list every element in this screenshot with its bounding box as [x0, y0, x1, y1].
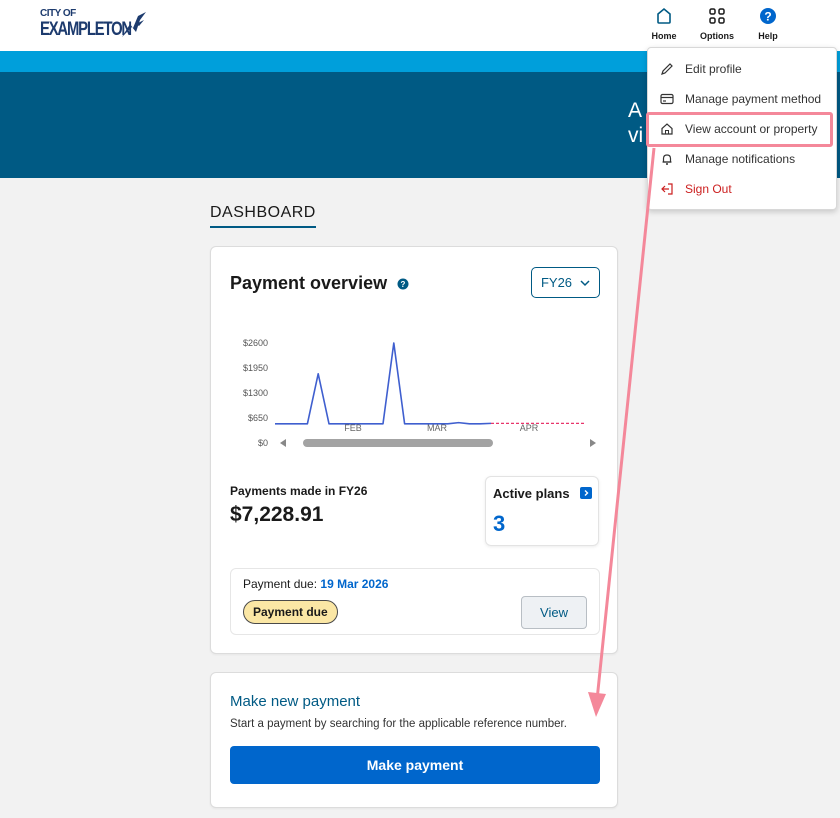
menu-item-edit-profile[interactable]: Edit profile: [648, 56, 836, 82]
nav-options[interactable]: Options: [695, 6, 739, 46]
bell-icon: [648, 152, 685, 166]
question-icon: ?: [746, 6, 790, 28]
menu-item-label: Edit profile: [685, 62, 742, 76]
logo-line-1: CITY OF: [40, 8, 76, 19]
menu-item-view-account[interactable]: View account or property: [648, 116, 836, 142]
payment-overview-title: Payment overview: [230, 273, 388, 293]
x-tick-label: FEB: [344, 423, 362, 433]
payments-made-value: $7,228.91: [230, 503, 324, 526]
dashboard-title: DASHBOARD: [210, 204, 316, 228]
payment-overview-card: Payment overview ? FY26 $2600 $1950 $1300 $…: [210, 246, 618, 654]
active-plans-label: Active plans: [493, 486, 570, 501]
logo-line-2: EXAMPLETON: [40, 19, 132, 40]
make-new-payment-card: Make new payment Start a payment by sear…: [210, 672, 618, 808]
make-new-payment-subtitle: Start a payment by searching for the app…: [230, 718, 567, 730]
nav-help-label: Help: [758, 31, 778, 41]
payments-made-label: Payments made in FY26: [230, 484, 368, 498]
x-tick-label: APR: [520, 423, 539, 433]
y-tick-label: $650: [248, 413, 268, 423]
city-logo[interactable]: CITY OF EXAMPLETON: [40, 8, 150, 42]
home-icon: [642, 6, 686, 28]
make-payment-button[interactable]: Make payment: [230, 746, 600, 784]
fy-select-value: FY26: [540, 275, 573, 290]
sign-out-icon: [648, 182, 685, 196]
payment-due-badge: Payment due: [243, 600, 338, 624]
pencil-icon: [648, 62, 685, 76]
scroll-left-icon: [280, 439, 286, 447]
menu-item-label: Manage notifications: [685, 152, 796, 166]
payment-due-box: Payment due: 19 Mar 2026 Payment due Vie…: [230, 568, 600, 635]
menu-item-manage-payment-method[interactable]: Manage payment method: [648, 86, 836, 112]
bird-icon: [122, 12, 146, 37]
y-tick-label: $2600: [243, 338, 268, 348]
nav-options-label: Options: [700, 31, 734, 41]
top-bar: CITY OF EXAMPLETON Home Options ? Help: [0, 0, 840, 51]
menu-item-label: View account or property: [685, 122, 818, 136]
actual-series-line: [275, 342, 492, 425]
svg-text:?: ?: [401, 280, 406, 289]
chevron-right-icon: [580, 487, 592, 499]
y-tick-label: $1950: [243, 363, 268, 373]
chevron-down-icon: [580, 275, 590, 290]
nav-home-label: Home: [651, 31, 677, 41]
make-new-payment-title: Make new payment: [230, 693, 361, 710]
menu-item-sign-out[interactable]: Sign Out: [648, 176, 836, 202]
chart-scrollbar: [303, 439, 493, 447]
svg-text:?: ?: [764, 10, 771, 24]
payment-due-date: 19 Mar 2026: [320, 577, 389, 591]
card-icon: [648, 93, 685, 105]
view-button[interactable]: View: [521, 596, 587, 629]
fy-select[interactable]: FY26: [531, 267, 600, 298]
payment-due-label: Payment due:: [243, 577, 318, 591]
house-icon: [648, 122, 685, 136]
active-plans-count: 3: [493, 511, 506, 536]
menu-item-label: Manage payment method: [685, 92, 822, 106]
payment-chart: $2600 $1950 $1300 $650 $0 FEB MAR APR: [243, 338, 596, 448]
y-tick-label: $1300: [243, 388, 268, 398]
nav-home[interactable]: Home: [642, 6, 686, 46]
payment-due-line: Payment due: 19 Mar 2026: [243, 577, 388, 591]
scroll-right-icon: [590, 439, 596, 447]
info-icon[interactable]: ?: [397, 277, 409, 295]
banner-text: A vi: [628, 99, 644, 147]
options-dropdown: Edit profile Manage payment method View …: [647, 47, 837, 210]
nav-help[interactable]: ? Help: [746, 6, 790, 46]
menu-item-manage-notifications[interactable]: Manage notifications: [648, 146, 836, 172]
y-tick-label: $0: [258, 438, 268, 448]
active-plans-card[interactable]: Active plans 3: [485, 476, 599, 546]
grid-icon: [695, 6, 739, 28]
menu-item-label: Sign Out: [685, 182, 732, 196]
x-tick-label: MAR: [427, 423, 448, 433]
